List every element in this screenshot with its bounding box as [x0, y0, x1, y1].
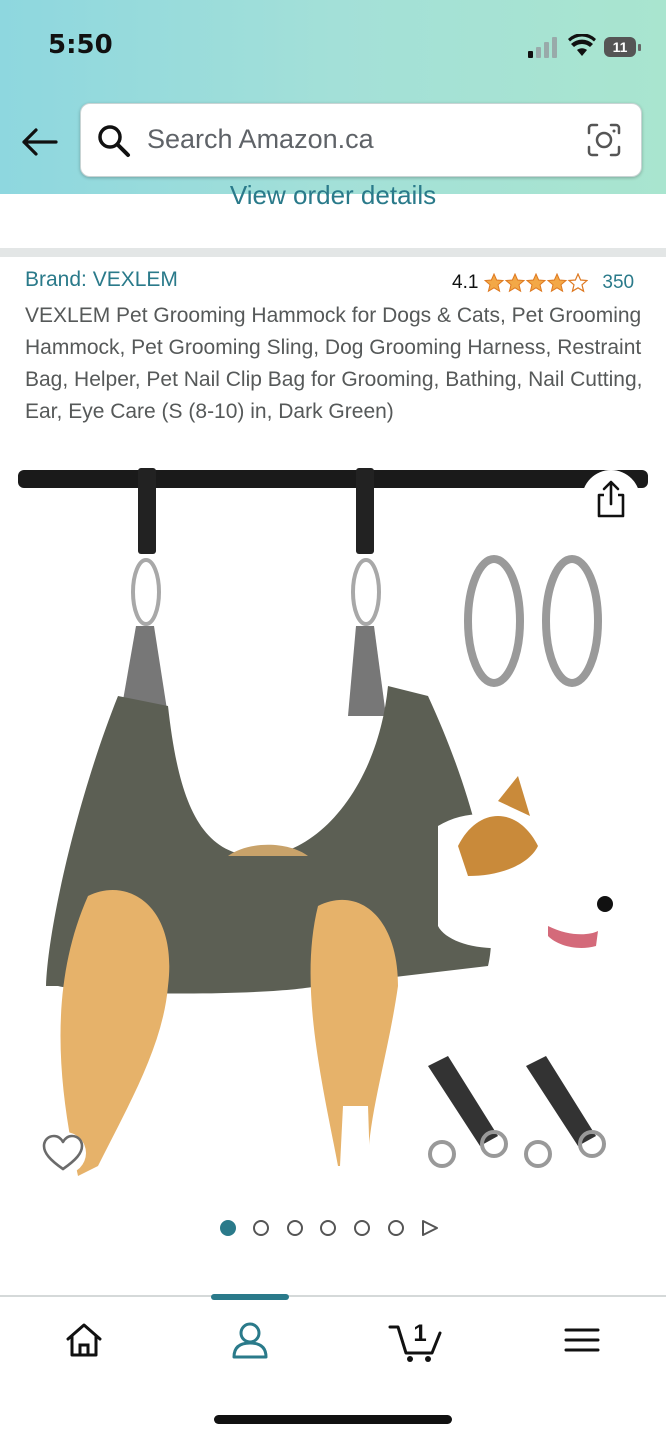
- product-image[interactable]: [18, 466, 648, 1186]
- cart-icon[interactable]: 1: [386, 1315, 446, 1365]
- search-input[interactable]: Search Amazon.ca: [147, 124, 374, 155]
- cart-count-badge: 1: [413, 1320, 426, 1347]
- share-icon: [597, 480, 625, 518]
- wishlist-button[interactable]: [40, 1132, 86, 1174]
- carousel-dot: [354, 1220, 370, 1236]
- wifi-icon: [568, 34, 596, 56]
- carousel-video-icon: [422, 1220, 438, 1236]
- search-bar[interactable]: Search Amazon.ca: [80, 103, 642, 177]
- carousel-dot-active: [220, 1220, 236, 1236]
- product-title: VEXLEM Pet Grooming Hammock for Dogs & C…: [25, 304, 643, 423]
- status-time: 5:50: [48, 30, 113, 60]
- brand-link[interactable]: Brand: VEXLEM: [25, 268, 178, 292]
- home-icon[interactable]: [54, 1315, 114, 1365]
- status-bar: 5:50 11: [0, 0, 666, 96]
- active-tab-indicator: [211, 1294, 289, 1300]
- rating-summary[interactable]: 4.1 350: [452, 272, 634, 294]
- section-divider: [0, 248, 666, 257]
- account-icon[interactable]: [220, 1315, 280, 1365]
- cellular-signal-icon: [528, 37, 557, 58]
- rating-value: 4.1: [452, 272, 479, 293]
- share-button[interactable]: [582, 470, 640, 528]
- view-order-details-link[interactable]: View order details: [0, 180, 666, 214]
- image-carousel-indicator[interactable]: [0, 1216, 666, 1240]
- carousel-dot: [388, 1220, 404, 1236]
- home-indicator: [214, 1415, 452, 1424]
- back-arrow-icon[interactable]: [20, 124, 60, 160]
- carousel-dot: [320, 1220, 336, 1236]
- search-icon: [98, 125, 130, 157]
- menu-icon[interactable]: [552, 1315, 612, 1365]
- camera-scan-icon[interactable]: [586, 122, 622, 158]
- star-rating-icon: [484, 273, 589, 292]
- heart-icon: [42, 1134, 84, 1171]
- battery-level: 11: [604, 37, 636, 57]
- carousel-dot: [287, 1220, 303, 1236]
- carousel-dot: [253, 1220, 269, 1236]
- review-count[interactable]: 350: [602, 272, 634, 294]
- battery-icon: 11: [604, 37, 642, 59]
